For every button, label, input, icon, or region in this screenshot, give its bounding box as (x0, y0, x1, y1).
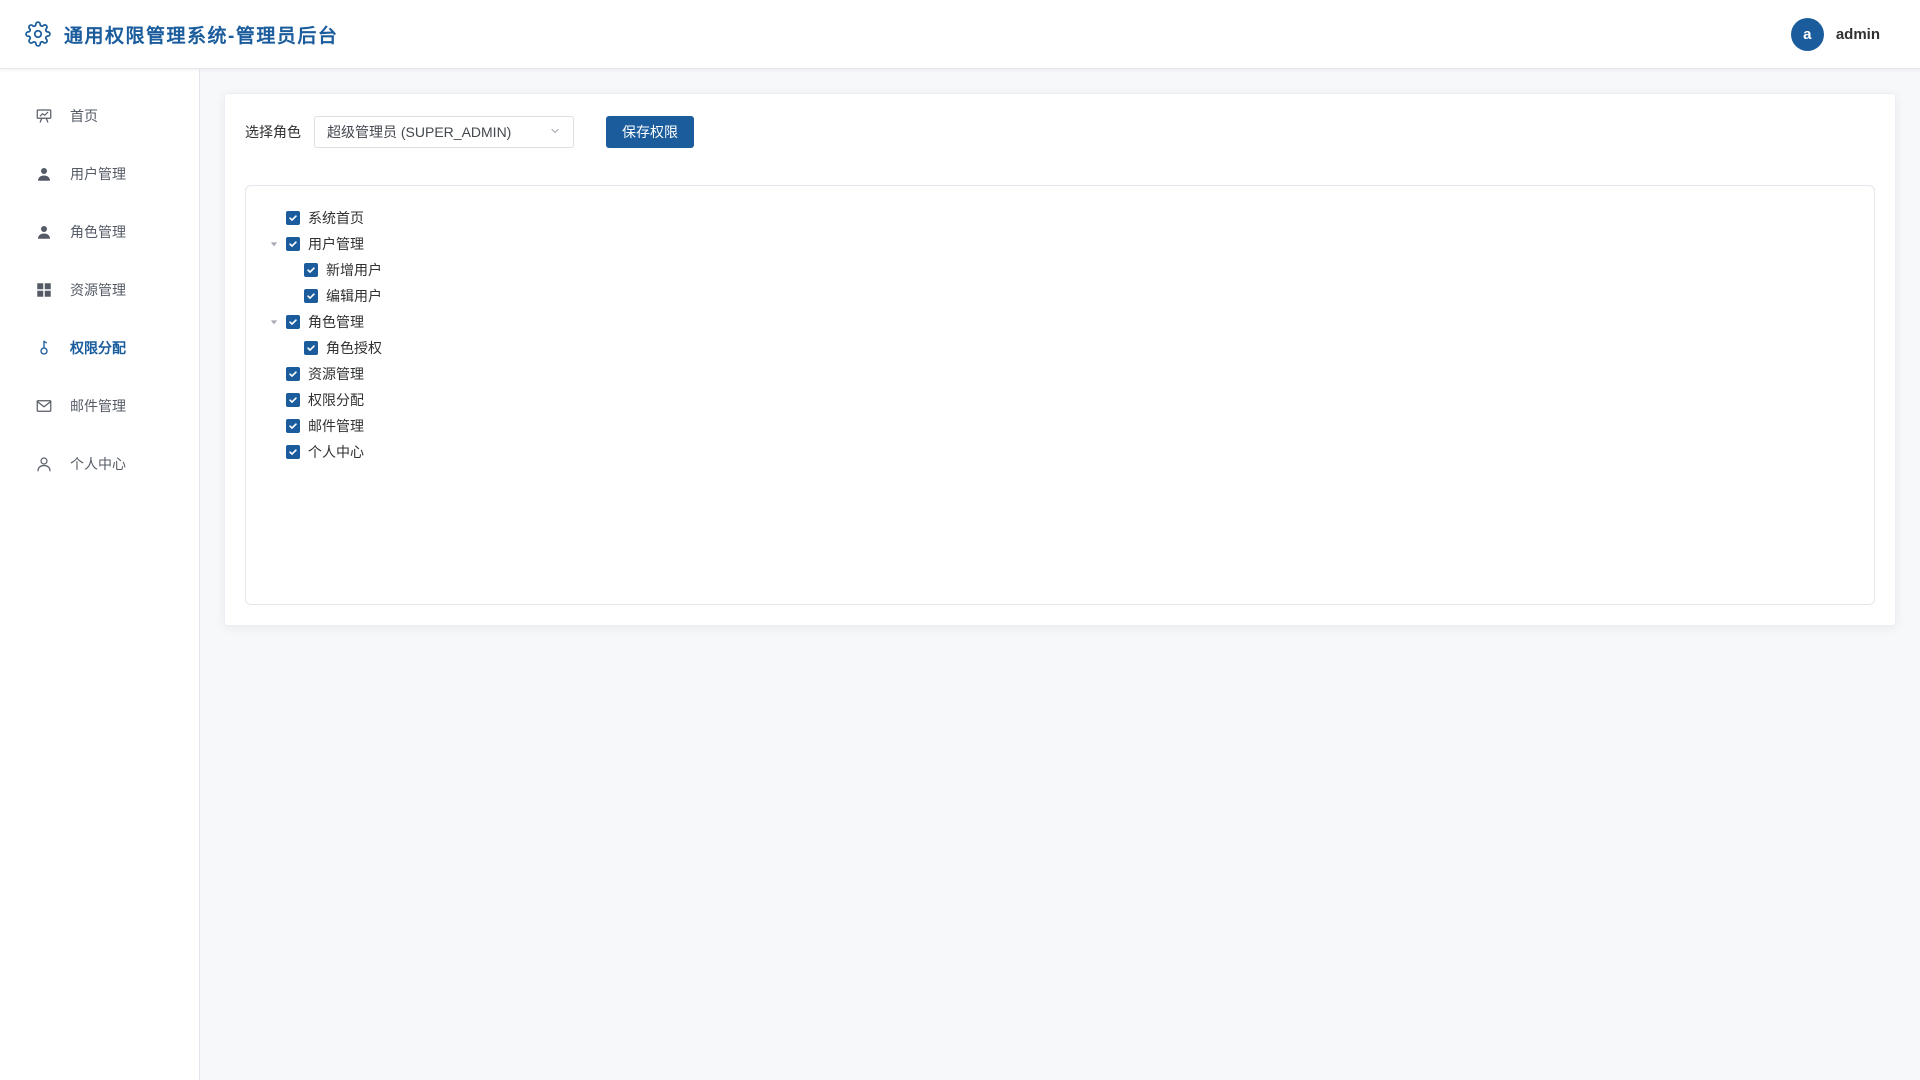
sidebar-item-roles[interactable]: 角色管理 (0, 203, 199, 261)
sidebar-item-label: 角色管理 (70, 224, 126, 240)
mail-icon (34, 396, 54, 416)
app-title: 通用权限管理系统-管理员后台 (64, 25, 339, 47)
permission-tree: 系统首页 用户管理 新增用户 编辑用户 角色管理 角色授权 资源管理 权限分配 … (245, 185, 1875, 605)
checkbox-checked[interactable] (286, 419, 300, 433)
caret-down-icon[interactable] (266, 314, 282, 330)
tree-node[interactable]: 系统首页 (246, 205, 1874, 231)
tree-node-label: 权限分配 (308, 392, 364, 408)
checkbox-checked[interactable] (304, 341, 318, 355)
sidebar-item-profile[interactable]: 个人中心 (0, 435, 199, 493)
sidebar-item-label: 用户管理 (70, 166, 126, 182)
tree-node-label: 角色管理 (308, 314, 364, 330)
tree-node[interactable]: 角色管理 (246, 309, 1874, 335)
tree-node[interactable]: 邮件管理 (246, 413, 1874, 439)
toolbar: 选择角色 超级管理员 (SUPER_ADMIN) 保存权限 (245, 116, 694, 148)
presentation-icon (34, 106, 54, 126)
role-select-value: 超级管理员 (SUPER_ADMIN) (327, 124, 512, 140)
user-menu[interactable]: a admin (1790, 17, 1880, 51)
user-role-icon (34, 222, 54, 242)
checkbox-checked[interactable] (286, 237, 300, 251)
checkbox-checked[interactable] (286, 393, 300, 407)
sidebar-item-label: 邮件管理 (70, 398, 126, 414)
sidebar-item-home[interactable]: 首页 (0, 87, 199, 145)
sidebar-item-label: 资源管理 (70, 282, 126, 298)
permission-card: 选择角色 超级管理员 (SUPER_ADMIN) 保存权限 系统首页 用户管理 … (224, 93, 1896, 626)
user-icon (34, 164, 54, 184)
username[interactable]: admin (1836, 26, 1880, 43)
tree-node[interactable]: 个人中心 (246, 439, 1874, 465)
sidebar-item-label: 个人中心 (70, 456, 126, 472)
grid-icon (34, 280, 54, 300)
tree-node[interactable]: 角色授权 (246, 335, 1874, 361)
checkbox-checked[interactable] (304, 263, 318, 277)
checkbox-checked[interactable] (286, 367, 300, 381)
sidebar-item-label: 权限分配 (70, 340, 126, 356)
sidebar-item-permissions[interactable]: 权限分配 (0, 319, 199, 377)
tree-node-label: 用户管理 (308, 236, 364, 252)
tree-node[interactable]: 编辑用户 (246, 283, 1874, 309)
top-header: 通用权限管理系统-管理员后台 a admin (0, 0, 1920, 69)
sidebar: 首页 用户管理 角色管理 资源管理 权限分配 邮件管理 个人中心 (0, 69, 200, 1080)
tree-node[interactable]: 用户管理 (246, 231, 1874, 257)
caret-down-icon[interactable] (266, 236, 282, 252)
tree-node-label: 新增用户 (326, 262, 382, 278)
user-outline-icon (34, 454, 54, 474)
save-permissions-button[interactable]: 保存权限 (606, 116, 694, 148)
tree-node-label: 邮件管理 (308, 418, 364, 434)
sidebar-item-resources[interactable]: 资源管理 (0, 261, 199, 319)
tree-node-label: 角色授权 (326, 340, 382, 356)
checkbox-checked[interactable] (286, 211, 300, 225)
role-select-label: 选择角色 (245, 124, 301, 140)
role-select[interactable]: 超级管理员 (SUPER_ADMIN) (314, 116, 574, 148)
gear-icon (24, 20, 52, 48)
tree-node[interactable]: 权限分配 (246, 387, 1874, 413)
tree-node[interactable]: 新增用户 (246, 257, 1874, 283)
chevron-down-icon (549, 124, 561, 140)
checkbox-checked[interactable] (286, 315, 300, 329)
tree-node[interactable]: 资源管理 (246, 361, 1874, 387)
checkbox-checked[interactable] (304, 289, 318, 303)
tree-node-label: 资源管理 (308, 366, 364, 382)
sidebar-item-label: 首页 (70, 108, 98, 124)
sidebar-item-mail[interactable]: 邮件管理 (0, 377, 199, 435)
tree-node-label: 个人中心 (308, 444, 364, 460)
sidebar-item-users[interactable]: 用户管理 (0, 145, 199, 203)
tree-node-label: 编辑用户 (326, 288, 382, 304)
brand: 通用权限管理系统-管理员后台 (24, 20, 338, 48)
avatar[interactable]: a (1790, 17, 1824, 51)
checkbox-checked[interactable] (286, 445, 300, 459)
tree-node-label: 系统首页 (308, 210, 364, 226)
key-icon (34, 338, 54, 358)
